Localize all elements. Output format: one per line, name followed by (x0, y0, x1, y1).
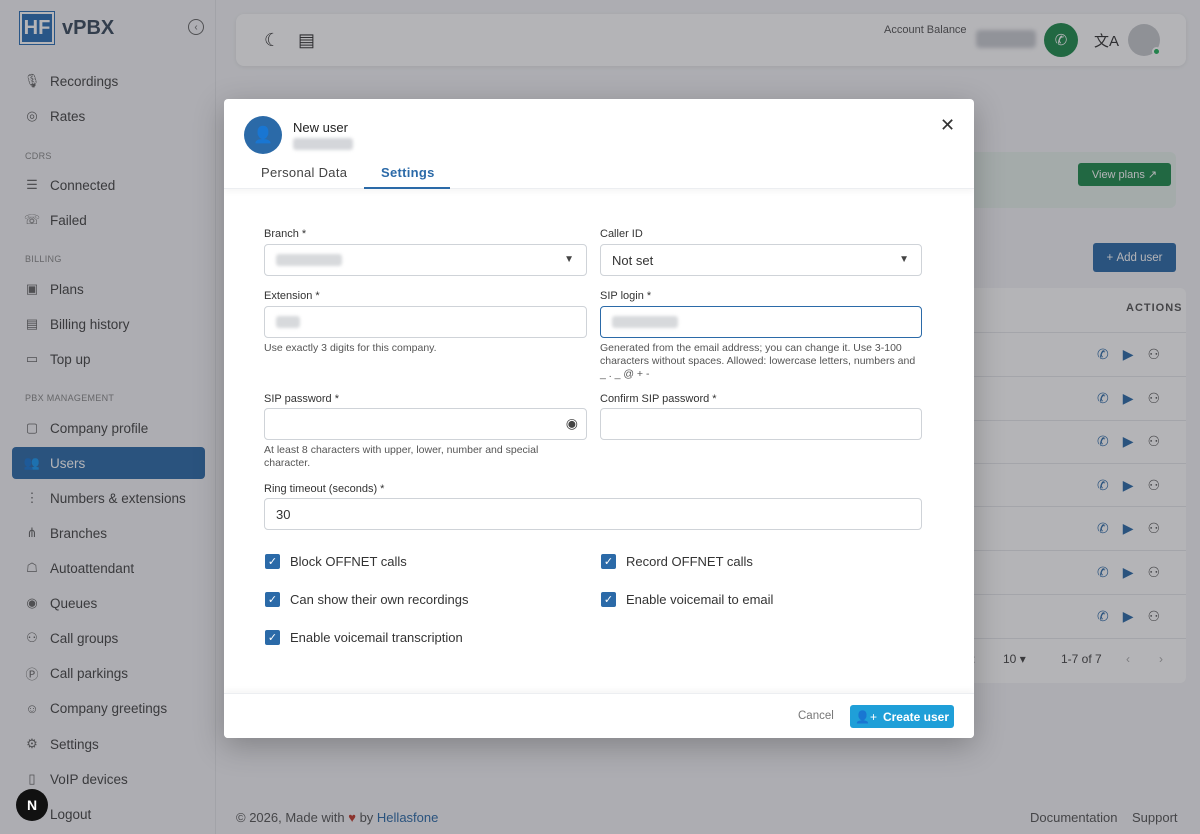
ring-timeout-label: Ring timeout (seconds) * (264, 483, 385, 495)
tab-settings[interactable]: Settings (381, 165, 435, 180)
sip-login-label: SIP login * (600, 290, 652, 302)
show-recordings-label: Can show their own recordings (290, 592, 469, 607)
add-user-icon: 👤 (244, 116, 282, 154)
sip-password-field[interactable]: ◉ (264, 408, 587, 440)
voicemail-email-checkbox[interactable]: ✓ Enable voicemail to email (601, 592, 773, 607)
modal-header: 👤 New user ✕ Personal Data Settings (224, 99, 974, 189)
cancel-button[interactable]: Cancel (798, 710, 834, 722)
extension-value-redacted (276, 316, 300, 328)
confirm-password-label: Confirm SIP password * (600, 393, 717, 405)
chevron-down-icon: ▼ (564, 254, 574, 265)
voicemail-email-label: Enable voicemail to email (626, 592, 774, 607)
modal-footer: Cancel 👤+ Create user (224, 693, 974, 738)
caller-id-select[interactable]: Not set ▼ (600, 244, 922, 276)
block-offnet-label: Block OFFNET calls (290, 554, 407, 569)
new-user-modal: 👤 New user ✕ Personal Data Settings Bran… (224, 99, 974, 738)
branch-select[interactable]: ▼ (264, 244, 587, 276)
show-recordings-checkbox[interactable]: ✓ Can show their own recordings (265, 592, 468, 607)
sip-password-help: At least 8 characters with upper, lower,… (264, 444, 539, 469)
caller-id-value: Not set (612, 252, 654, 268)
n-badge[interactable]: N (16, 789, 48, 821)
record-offnet-checkbox[interactable]: ✓ Record OFFNET calls (601, 554, 753, 569)
checkbox-checked-icon: ✓ (601, 592, 616, 607)
modal-subtitle-redacted (293, 138, 353, 150)
sip-login-field[interactable] (600, 306, 922, 338)
caller-id-label: Caller ID (600, 228, 643, 240)
sip-login-help: Generated from the email address; you ca… (600, 342, 916, 380)
active-tab-indicator (364, 187, 450, 189)
ring-timeout-value: 30 (276, 506, 291, 522)
extension-label: Extension * (264, 290, 320, 302)
checkbox-checked-icon: ✓ (601, 554, 616, 569)
modal-title: New user (293, 120, 348, 135)
tab-personal-data[interactable]: Personal Data (261, 165, 347, 180)
branch-value-redacted (276, 254, 342, 266)
add-user-icon: 👤+ (855, 709, 877, 724)
branch-label: Branch * (264, 228, 307, 240)
confirm-password-field[interactable] (600, 408, 922, 440)
record-offnet-label: Record OFFNET calls (626, 554, 753, 569)
create-user-label: Create user (882, 709, 949, 724)
extension-help: Use exactly 3 digits for this company. (264, 342, 437, 354)
sip-login-value-redacted (612, 316, 678, 328)
block-offnet-checkbox[interactable]: ✓ Block OFFNET calls (265, 554, 407, 569)
close-icon[interactable]: ✕ (940, 115, 955, 136)
checkbox-checked-icon: ✓ (265, 592, 280, 607)
voicemail-transcription-label: Enable voicemail transcription (290, 630, 463, 645)
chevron-down-icon: ▼ (899, 254, 909, 265)
sip-password-label: SIP password * (264, 393, 340, 405)
eye-icon[interactable]: ◉ (566, 415, 578, 432)
ring-timeout-field[interactable]: 30 (264, 498, 922, 530)
create-user-button[interactable]: 👤+ Create user (850, 705, 954, 728)
extension-field[interactable] (264, 306, 587, 338)
checkbox-checked-icon: ✓ (265, 630, 280, 645)
voicemail-transcription-checkbox[interactable]: ✓ Enable voicemail transcription (265, 630, 463, 645)
checkbox-checked-icon: ✓ (265, 554, 280, 569)
